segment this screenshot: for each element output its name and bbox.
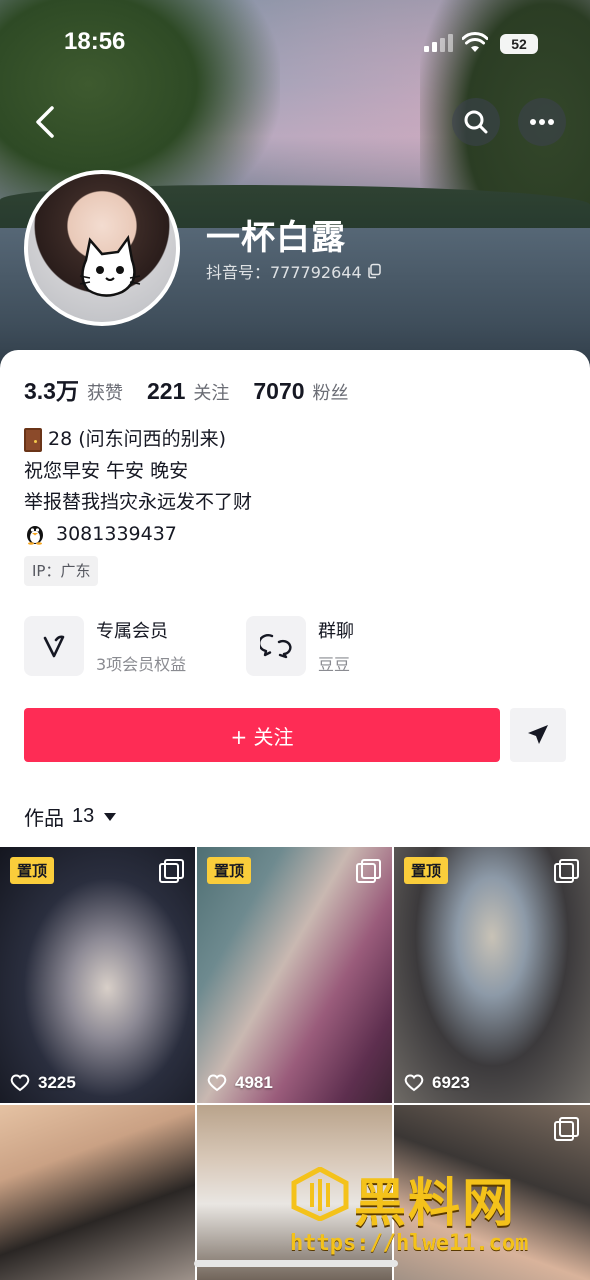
avatar[interactable]: [24, 170, 180, 326]
watermark-url: https://hlwe11.com: [290, 1231, 529, 1256]
door-emoji-icon: [24, 427, 42, 452]
back-arrow-icon[interactable]: [30, 104, 62, 140]
battery-indicator: 52: [500, 34, 538, 54]
heart-outline-icon: [10, 1074, 30, 1092]
multi-image-icon: [356, 859, 381, 883]
paper-plane-icon: [528, 725, 548, 744]
stats-row: 3.3万 获赞 221 关注 7070 粉丝: [24, 372, 373, 406]
bio-line-1: 28 (问东问西的别来): [48, 428, 227, 450]
cellular-signal-icon: [424, 34, 454, 52]
profile-content: 3.3万 获赞 221 关注 7070 粉丝 28 (问东问西的别来) 祝您早安…: [0, 350, 590, 1280]
like-count: 6923: [404, 1073, 470, 1093]
watermark-logo-icon: [291, 1167, 349, 1221]
heart-outline-icon: [404, 1074, 424, 1092]
watermark-text: 黑料网: [354, 1174, 517, 1234]
video-thumbnail[interactable]: 置顶 3225: [0, 847, 195, 1103]
stat-likes[interactable]: 3.3万 获赞: [24, 372, 123, 406]
multi-image-icon: [554, 1117, 579, 1141]
bio: 28 (问东问西的别来) 祝您早安 午安 晚安 举报替我挡灾永远发不了财 308…: [24, 424, 252, 550]
follow-button[interactable]: + 关注: [24, 708, 500, 762]
home-indicator[interactable]: [194, 1260, 398, 1267]
profile-name: 一杯白露: [206, 218, 346, 258]
bio-line-3: 举报替我挡灾永远发不了财: [24, 491, 253, 513]
pinned-badge: 置顶: [207, 857, 252, 884]
video-thumbnail[interactable]: 置顶 6923: [394, 847, 590, 1103]
douyin-id-text: 抖音号：777792644: [206, 263, 362, 282]
more-dots-icon: [530, 119, 554, 125]
more-options-button[interactable]: [518, 98, 566, 146]
works-tab[interactable]: 作品 13: [24, 802, 117, 831]
group-chat-title: 群聊: [318, 621, 354, 642]
vip-membership-entry[interactable]: 专属会员 3项会员权益: [24, 616, 186, 676]
send-message-button[interactable]: [510, 708, 566, 762]
bio-line-2: 祝您早安 午安 晚安: [24, 459, 189, 482]
multi-image-icon: [159, 859, 184, 883]
bio-line-4: 3081339437: [56, 522, 177, 545]
multi-image-icon: [554, 859, 579, 883]
vip-title: 专属会员: [96, 621, 168, 642]
works-label: 作品: [24, 806, 64, 830]
douyin-id[interactable]: 抖音号：777792644: [206, 259, 382, 283]
copy-icon[interactable]: [366, 263, 382, 279]
vip-v-icon: [43, 635, 65, 658]
stat-followers[interactable]: 7070 粉丝: [253, 378, 348, 405]
chat-bubbles-icon: [260, 634, 292, 659]
vip-subtitle: 3项会员权益: [96, 655, 187, 674]
like-count: 4981: [207, 1073, 273, 1093]
search-icon: [464, 110, 488, 134]
like-count: 3225: [10, 1073, 76, 1093]
pinned-badge: 置顶: [404, 857, 449, 884]
status-time: 18:56: [64, 28, 126, 55]
cat-sticker-icon: [79, 234, 141, 297]
heart-outline-icon: [207, 1074, 227, 1092]
status-bar: 18:56 52: [0, 26, 590, 66]
video-thumbnail[interactable]: [0, 1105, 195, 1280]
caret-down-icon: [104, 812, 117, 821]
video-thumbnail[interactable]: 置顶 4981: [197, 847, 392, 1103]
penguin-emoji-icon: [27, 526, 43, 546]
works-count: 13: [72, 805, 95, 827]
wifi-icon: [462, 32, 488, 52]
search-button[interactable]: [452, 98, 500, 146]
group-chat-subtitle: 豆豆: [318, 655, 351, 674]
watermark: 黑料网 https://hlwe11.com: [290, 1165, 580, 1265]
ip-location-tag: IP：广东: [24, 556, 99, 586]
stat-following[interactable]: 221 关注: [147, 378, 229, 405]
group-chat-entry[interactable]: 群聊 豆豆: [246, 616, 354, 676]
pinned-badge: 置顶: [10, 857, 55, 884]
